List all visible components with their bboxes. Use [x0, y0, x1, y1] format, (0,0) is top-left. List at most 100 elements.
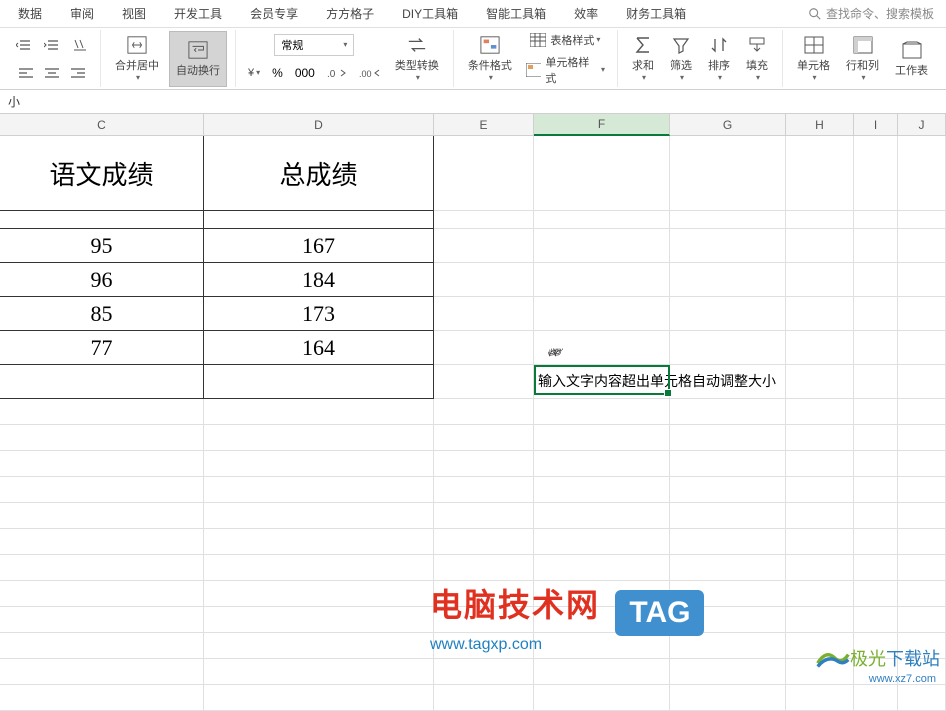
cell[interactable]: [534, 399, 670, 425]
cell[interactable]: [434, 425, 534, 451]
percent-button[interactable]: %: [268, 64, 287, 82]
cell[interactable]: [0, 365, 204, 399]
cell[interactable]: [0, 659, 204, 685]
cell[interactable]: [670, 451, 786, 477]
cell[interactable]: [534, 529, 670, 555]
table-cell[interactable]: 95: [0, 229, 204, 263]
cell[interactable]: [786, 555, 854, 581]
cell[interactable]: [854, 607, 898, 633]
cell[interactable]: [898, 529, 946, 555]
cell[interactable]: [204, 365, 434, 399]
cell[interactable]: [854, 229, 898, 263]
cell[interactable]: [670, 297, 786, 331]
cell[interactable]: [434, 399, 534, 425]
cell[interactable]: [898, 477, 946, 503]
col-header-g[interactable]: G: [670, 114, 786, 136]
cell[interactable]: [0, 633, 204, 659]
cell[interactable]: [786, 211, 854, 229]
name-box-value[interactable]: 小: [8, 93, 20, 110]
cell[interactable]: [898, 365, 946, 399]
cell[interactable]: [534, 555, 670, 581]
cell[interactable]: [854, 425, 898, 451]
cell[interactable]: [898, 331, 946, 365]
cell[interactable]: [534, 425, 670, 451]
cell[interactable]: [534, 503, 670, 529]
cell[interactable]: [534, 211, 670, 229]
cell[interactable]: [434, 297, 534, 331]
cell-style-button[interactable]: 单元格样式▾: [522, 52, 609, 88]
cell[interactable]: [434, 229, 534, 263]
cell[interactable]: [854, 503, 898, 529]
cell[interactable]: [670, 229, 786, 263]
cell[interactable]: [854, 555, 898, 581]
cell[interactable]: [534, 263, 670, 297]
cell[interactable]: [0, 425, 204, 451]
cell[interactable]: [204, 659, 434, 685]
cell[interactable]: [670, 211, 786, 229]
cell[interactable]: [786, 136, 854, 211]
cell[interactable]: [434, 503, 534, 529]
cell[interactable]: [0, 581, 204, 607]
cell[interactable]: [0, 529, 204, 555]
table-cell[interactable]: 164: [204, 331, 434, 365]
col-header-f[interactable]: F: [534, 114, 670, 136]
cell[interactable]: [434, 331, 534, 365]
cell[interactable]: [854, 399, 898, 425]
cell[interactable]: [434, 451, 534, 477]
cell[interactable]: [854, 263, 898, 297]
number-format-combo[interactable]: 常规 ▾: [274, 34, 354, 56]
cell[interactable]: [786, 263, 854, 297]
col-header-c[interactable]: C: [0, 114, 204, 136]
col-header-d[interactable]: D: [204, 114, 434, 136]
cell[interactable]: [898, 297, 946, 331]
align-center-button[interactable]: [41, 65, 63, 81]
cells-button[interactable]: 单元格▾: [791, 31, 836, 87]
cell[interactable]: [670, 263, 786, 297]
menu-review[interactable]: 审阅: [56, 0, 108, 27]
cell[interactable]: [204, 477, 434, 503]
indent-button[interactable]: [40, 36, 64, 54]
search-box[interactable]: 查找命令、搜索模板: [800, 5, 942, 22]
cell[interactable]: [854, 477, 898, 503]
cell[interactable]: [854, 581, 898, 607]
table-cell[interactable]: 173: [204, 297, 434, 331]
table-cell[interactable]: 85: [0, 297, 204, 331]
menu-fangfang[interactable]: 方方格子: [312, 0, 388, 27]
cell[interactable]: [670, 331, 786, 365]
cell[interactable]: [670, 555, 786, 581]
cell[interactable]: [434, 136, 534, 211]
cell[interactable]: [204, 503, 434, 529]
cell[interactable]: [854, 529, 898, 555]
orientation-button[interactable]: [68, 36, 92, 54]
table-cell[interactable]: 167: [204, 229, 434, 263]
col-header-i[interactable]: I: [854, 114, 898, 136]
cell[interactable]: [434, 659, 534, 685]
cell[interactable]: [670, 529, 786, 555]
cell[interactable]: [854, 136, 898, 211]
increase-decimal-button[interactable]: .00: [355, 64, 385, 82]
fill-button[interactable]: 填充▾: [740, 31, 774, 87]
wrap-text-button[interactable]: 自动换行: [169, 31, 227, 87]
cell[interactable]: [854, 297, 898, 331]
cell[interactable]: [0, 607, 204, 633]
menu-data[interactable]: 数据: [4, 0, 56, 27]
outdent-button[interactable]: [12, 36, 36, 54]
cell[interactable]: [786, 607, 854, 633]
cell[interactable]: [854, 451, 898, 477]
cell[interactable]: [534, 136, 670, 211]
sort-button[interactable]: 排序▾: [702, 31, 736, 87]
cell[interactable]: [534, 477, 670, 503]
cell[interactable]: [898, 229, 946, 263]
cell[interactable]: [434, 529, 534, 555]
cell[interactable]: [434, 477, 534, 503]
cell[interactable]: [434, 263, 534, 297]
cell[interactable]: [786, 581, 854, 607]
table-header-c[interactable]: 语文成绩: [0, 136, 204, 211]
cell[interactable]: [204, 425, 434, 451]
cell[interactable]: [898, 136, 946, 211]
cell[interactable]: [0, 451, 204, 477]
cell[interactable]: [204, 607, 434, 633]
col-header-j[interactable]: J: [898, 114, 946, 136]
menu-diy[interactable]: DIY工具箱: [388, 0, 472, 27]
worksheet-button[interactable]: 工作表: [889, 31, 934, 87]
